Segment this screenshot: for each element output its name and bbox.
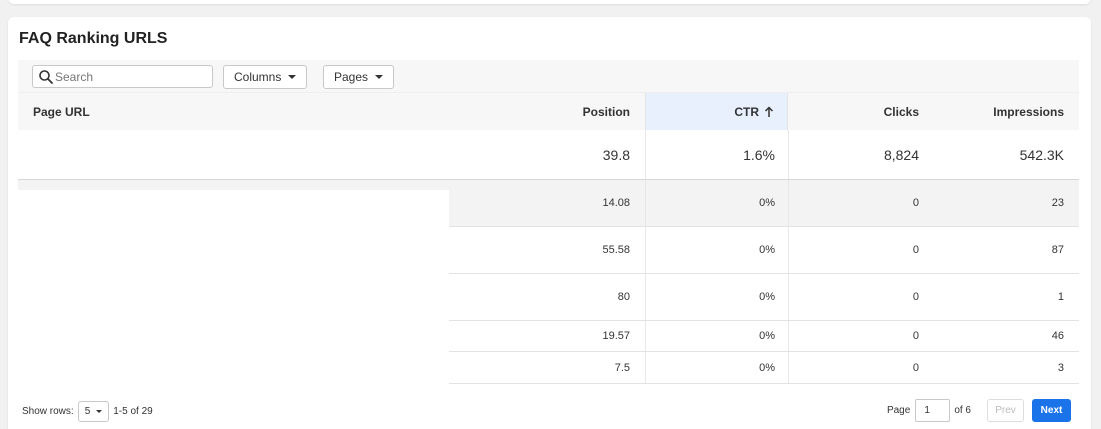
search-input[interactable] — [55, 68, 205, 86]
summary-position: 39.8 — [602, 147, 630, 163]
cell-impressions: 3 — [1057, 361, 1064, 374]
cell-ctr: 0% — [759, 361, 775, 374]
arrow-up-icon — [764, 105, 774, 117]
cell-clicks: 0 — [912, 330, 919, 342]
column-header-impressions[interactable]: Impressions — [919, 93, 1064, 130]
show-rows-label: Show rows: — [22, 406, 74, 417]
cell-clicks: 0 — [912, 197, 919, 209]
cell-impressions: 23 — [1051, 197, 1064, 209]
summary-ctr: 1.6% — [743, 147, 775, 163]
cell-position: 14.08 — [602, 197, 630, 209]
page-url-cell — [18, 180, 449, 190]
table-row[interactable]: 80 0% 0 1 — [449, 274, 1079, 321]
cell-position: 19.57 — [602, 330, 630, 342]
search-box[interactable] — [32, 65, 213, 88]
pages-button[interactable]: Pages — [323, 65, 395, 89]
rows-per-page-value: 5 — [84, 406, 91, 417]
caret-down-icon — [288, 75, 297, 79]
column-header-clicks[interactable]: Clicks — [788, 93, 919, 130]
page-count: of 6 — [954, 405, 971, 416]
cell-ctr: 0% — [759, 291, 775, 303]
summary-impressions: 542.3K — [1019, 147, 1064, 163]
card-title: FAQ Ranking URLS — [19, 30, 168, 47]
previous-card — [8, 0, 1091, 4]
summary-clicks: 8,824 — [883, 147, 919, 163]
cell-clicks: 0 — [912, 244, 919, 256]
page-label: Page — [886, 405, 911, 416]
column-header-ctr[interactable]: CTR — [645, 93, 788, 130]
columns-label: Columns — [234, 70, 282, 84]
summary-row: 39.8 1.6% 8,824 542.3K — [18, 130, 1079, 180]
cell-position: 80 — [617, 291, 630, 303]
pages-label: Pages — [334, 70, 369, 84]
show-rows-control: Show rows: 5 1-5 of 29 — [22, 401, 153, 422]
rows-per-page-select[interactable]: 5 — [77, 401, 110, 422]
caret-down-icon — [96, 410, 103, 413]
search-icon — [39, 70, 53, 84]
cell-clicks: 0 — [912, 291, 919, 303]
table-row[interactable]: 55.58 0% 0 87 — [449, 227, 1079, 274]
table-row[interactable]: 19.57 0% 0 46 — [449, 321, 1079, 352]
table-footer: Show rows: 5 1-5 of 29 Page of 6 Prev Ne… — [8, 382, 1091, 429]
cell-impressions: 87 — [1051, 244, 1064, 256]
page-number-input[interactable] — [915, 399, 951, 422]
cell-ctr: 0% — [759, 244, 775, 256]
cell-impressions: 1 — [1057, 291, 1064, 303]
faq-ranking-card: FAQ Ranking URLS Columns Pages Page URL … — [8, 17, 1091, 429]
cell-position: 7.5 — [614, 361, 630, 374]
cell-clicks: 0 — [912, 361, 919, 374]
column-header-position[interactable]: Position — [449, 93, 630, 130]
table-row[interactable]: 7.5 0% 0 3 — [449, 352, 1079, 384]
table-row[interactable]: 14.08 0% 0 23 — [449, 180, 1079, 227]
next-button[interactable]: Next — [1032, 399, 1071, 422]
cell-ctr: 0% — [759, 330, 775, 342]
prev-button[interactable]: Prev — [987, 399, 1024, 422]
columns-button[interactable]: Columns — [223, 65, 308, 89]
pagination: Page of 6 Prev Next — [887, 399, 1071, 422]
cell-impressions: 46 — [1051, 330, 1064, 342]
table-toolbar: Columns Pages — [18, 60, 1079, 93]
table-body: 14.08 0% 0 23 55.58 0% 0 87 80 0% 0 1 19… — [449, 180, 1079, 384]
cell-ctr: 0% — [759, 197, 775, 209]
cell-position: 55.58 — [602, 244, 630, 256]
row-range: 1-5 of 29 — [113, 406, 153, 417]
column-header-page-url[interactable]: Page URL — [33, 93, 90, 130]
ctr-header-label: CTR — [734, 104, 759, 119]
table-header: Page URL Position CTR Clicks Impressions — [18, 93, 1079, 130]
caret-down-icon — [375, 75, 384, 79]
